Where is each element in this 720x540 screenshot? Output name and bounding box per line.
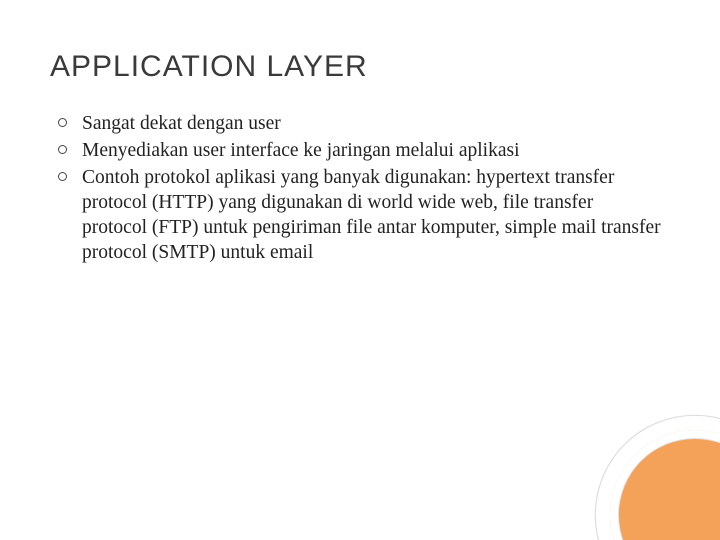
list-item: Sangat dekat dengan user <box>54 112 662 137</box>
list-item-text: Contoh protokol aplikasi yang banyak dig… <box>82 167 661 263</box>
decorative-circle <box>610 430 720 540</box>
slide: APPLICATION LAYER Sangat dekat dengan us… <box>0 0 720 540</box>
list-item-text: Menyediakan user interface ke jaringan m… <box>82 140 519 161</box>
list-item: Contoh protokol aplikasi yang banyak dig… <box>54 166 662 266</box>
list-item: Menyediakan user interface ke jaringan m… <box>54 139 662 164</box>
circle-bullet-icon <box>58 172 67 181</box>
list-item-text: Sangat dekat dengan user <box>82 113 281 134</box>
circle-bullet-icon <box>58 118 67 127</box>
circle-bullet-icon <box>58 145 67 154</box>
bullet-list: Sangat dekat dengan user Menyediakan use… <box>50 112 670 266</box>
page-title: APPLICATION LAYER <box>50 50 670 84</box>
